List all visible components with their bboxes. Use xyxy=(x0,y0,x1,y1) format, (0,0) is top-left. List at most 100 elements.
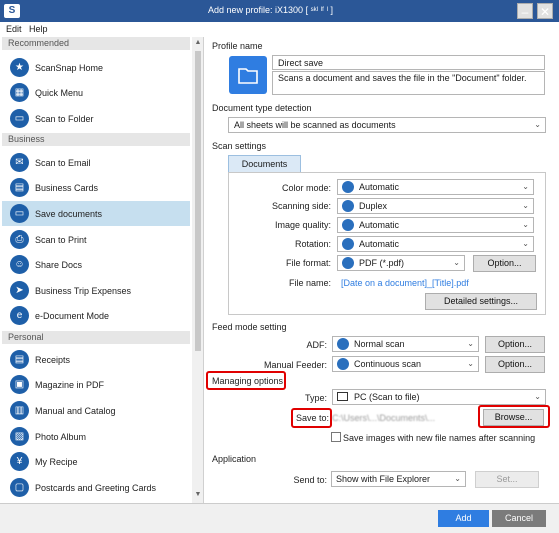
sidebar-item-manual-and-catalog[interactable]: ▥ Manual and Catalog xyxy=(2,398,190,423)
profile-list-sidebar: Recommended ★ ScanSnap Home ▦ Quick Menu… xyxy=(2,37,204,503)
adf-select[interactable]: Normal scan ⌄ xyxy=(332,336,479,352)
sidebar-item-scan-to-folder[interactable]: ▭ Scan to Folder xyxy=(2,106,190,131)
sidebar-item-business-trip-expenses[interactable]: ➤ Business Trip Expenses xyxy=(2,278,190,303)
tab-documents[interactable]: Documents xyxy=(228,155,301,172)
window-title: Add new profile: iX1300 [ ˢᵏˡ ˡᶠ ˡ ] xyxy=(208,5,333,15)
rotation-select[interactable]: Automatic ⌄ xyxy=(337,236,534,252)
sidebar-item-label: Scan to Folder xyxy=(35,114,94,124)
file-format-option-button[interactable]: Option... xyxy=(473,255,536,272)
section-business: Business xyxy=(2,133,190,146)
chevron-down-icon: ⌄ xyxy=(522,182,529,191)
manual-feeder-select[interactable]: Continuous scan ⌄ xyxy=(332,356,479,372)
sidebar-item-label: Quick Menu xyxy=(35,88,84,98)
sidebar-item-label: Scan to Print xyxy=(35,235,87,245)
color-mode-icon xyxy=(342,181,354,193)
scanning-side-select[interactable]: Duplex ⌄ xyxy=(337,198,534,214)
sidebar-item-label: Scan to Email xyxy=(35,158,91,168)
adf-label: ADF: xyxy=(306,340,327,350)
type-select[interactable]: PC (Scan to file) ⌄ xyxy=(332,389,546,405)
section-personal: Personal xyxy=(2,331,190,344)
new-file-names-label: Save images with new file names after sc… xyxy=(343,433,536,443)
sidebar-item-receipts[interactable]: ▤ Receipts xyxy=(2,347,190,372)
magazine-icon: ▣ xyxy=(10,375,29,394)
sidebar-item-label: Photo Album xyxy=(35,432,87,442)
image-quality-select[interactable]: Automatic ⌄ xyxy=(337,217,534,233)
menu-bar: Edit Help xyxy=(0,22,559,36)
scroll-down-icon[interactable]: ▼ xyxy=(192,489,203,501)
folder-icon xyxy=(238,68,258,84)
type-label: Type: xyxy=(304,393,327,403)
file-name-label: File name: xyxy=(288,278,331,288)
save-to-path: C:\Users\...\Documents\... xyxy=(332,413,436,423)
sidebar-item-photo-album[interactable]: ▨ Photo Album xyxy=(2,424,190,449)
menu-edit[interactable]: Edit xyxy=(6,24,22,34)
sidebar-scrollbar[interactable]: ▲ ▼ xyxy=(192,37,203,503)
continuous-scan-icon xyxy=(337,358,349,370)
profile-name-input[interactable]: Direct save xyxy=(272,55,545,70)
sidebar-item-quick-menu[interactable]: ▦ Quick Menu xyxy=(2,80,190,105)
feed-mode-heading: Feed mode setting xyxy=(212,322,287,332)
file-format-select[interactable]: PDF (*.pdf) ⌄ xyxy=(337,255,465,271)
file-format-label: File format: xyxy=(285,258,331,268)
manual-feeder-option-button[interactable]: Option... xyxy=(485,356,545,373)
sidebar-item-label: Manual and Catalog xyxy=(35,406,116,416)
menu-help[interactable]: Help xyxy=(29,24,48,34)
rotation-label: Rotation: xyxy=(294,239,331,249)
email-icon: ✉ xyxy=(10,153,29,172)
dialog-footer: Add Cancel xyxy=(0,503,559,533)
scansnap-logo-icon: S xyxy=(4,4,20,18)
sidebar-item-business-cards[interactable]: ▤ Business Cards xyxy=(2,175,190,200)
sidebar-item-save-documents[interactable]: ▭ Save documents xyxy=(2,201,190,226)
sidebar-item-scan-to-print[interactable]: ⎙ Scan to Print xyxy=(2,227,190,252)
sidebar-item-postcards[interactable]: ▢ Postcards and Greeting Cards xyxy=(2,475,190,500)
add-button[interactable]: Add xyxy=(438,510,489,527)
cancel-button[interactable]: Cancel xyxy=(492,510,546,527)
sidebar-item-scansnap-home[interactable]: ★ ScanSnap Home xyxy=(2,55,190,80)
rotation-icon xyxy=(342,238,354,250)
highlight-save-to xyxy=(291,408,332,428)
people-icon: ☺ xyxy=(10,255,29,274)
sidebar-item-scan-to-email[interactable]: ✉ Scan to Email xyxy=(2,150,190,175)
chevron-down-icon: ⌄ xyxy=(454,474,461,483)
pc-monitor-icon xyxy=(337,392,348,401)
send-to-select[interactable]: Show with File Explorer ⌄ xyxy=(331,471,466,487)
sidebar-item-e-document-mode[interactable]: e e-Document Mode xyxy=(2,303,190,328)
set-button[interactable]: Set... xyxy=(475,471,539,488)
sidebar-item-my-recipe[interactable]: ¥ My Recipe xyxy=(2,449,190,474)
close-button[interactable]: ✕ xyxy=(537,3,553,19)
scrollbar-thumb[interactable] xyxy=(195,51,201,351)
manual-feeder-value: Continuous scan xyxy=(354,359,422,369)
image-quality-label: Image quality: xyxy=(274,220,331,230)
scanning-side-label: Scanning side: xyxy=(271,201,331,211)
section-recommended: Recommended xyxy=(2,37,190,50)
scroll-up-icon[interactable]: ▲ xyxy=(192,37,203,49)
doc-type-select[interactable]: All sheets will be scanned as documents … xyxy=(228,117,546,133)
new-file-names-checkbox[interactable] xyxy=(331,432,341,442)
chevron-down-icon: ⌄ xyxy=(453,258,460,267)
card-icon: ▤ xyxy=(10,178,29,197)
profile-folder-icon[interactable] xyxy=(229,56,267,94)
sidebar-item-label: Business Trip Expenses xyxy=(35,286,132,296)
cutlery-icon: ¥ xyxy=(10,452,29,471)
color-mode-select[interactable]: Automatic ⌄ xyxy=(337,179,534,195)
sidebar-item-share-docs[interactable]: ☺ Share Docs xyxy=(2,252,190,277)
edocument-icon: e xyxy=(10,306,29,325)
detailed-settings-button[interactable]: Detailed settings... xyxy=(425,293,537,310)
adf-option-button[interactable]: Option... xyxy=(485,336,545,353)
scan-settings-heading: Scan settings xyxy=(212,141,267,151)
sidebar-item-label: Postcards and Greeting Cards xyxy=(35,483,157,493)
scanning-side-value: Duplex xyxy=(359,201,388,211)
normal-scan-icon xyxy=(337,338,349,350)
minimize-button[interactable]: – xyxy=(517,3,533,19)
sidebar-item-magazine-in-pdf[interactable]: ▣ Magazine in PDF xyxy=(2,372,190,397)
manual-feeder-label: Manual Feeder: xyxy=(263,360,327,370)
chevron-down-icon: ⌄ xyxy=(522,239,529,248)
chevron-down-icon: ⌄ xyxy=(534,120,541,129)
adf-value: Normal scan xyxy=(354,339,405,349)
profile-description-input[interactable]: Scans a document and saves the file in t… xyxy=(272,71,545,95)
type-value: PC (Scan to file) xyxy=(354,392,420,402)
folder-icon: ▭ xyxy=(10,204,29,223)
file-name-link[interactable]: [Date on a document]_[Title].pdf xyxy=(341,278,469,288)
star-icon: ★ xyxy=(10,58,29,77)
plane-icon: ➤ xyxy=(10,281,29,300)
